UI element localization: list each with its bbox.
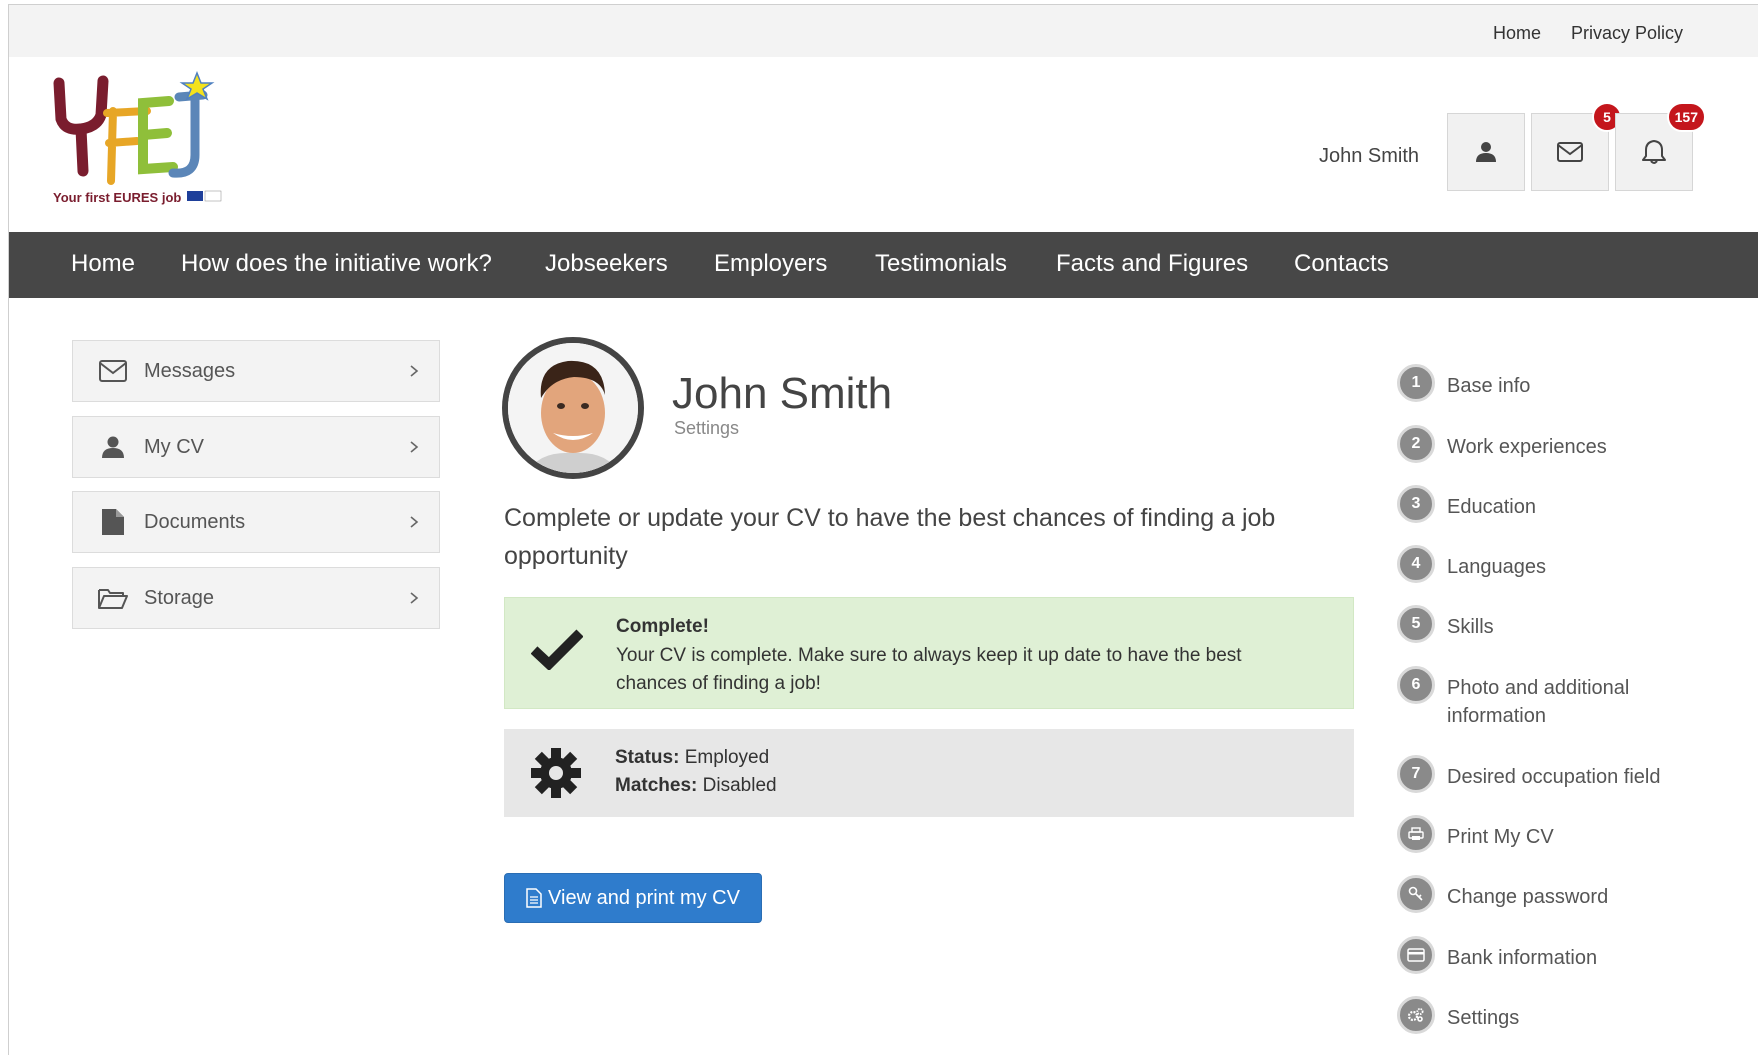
site-logo[interactable]: Your first EURES job (51, 70, 231, 211)
matches-value: Disabled (702, 775, 777, 796)
user-icon (1476, 142, 1496, 162)
step-label: Bank information (1447, 947, 1598, 969)
nav-contacts[interactable]: Contacts (1294, 250, 1389, 278)
step-label: Settings (1447, 1007, 1520, 1029)
view-print-cv-button[interactable]: View and print my CV (504, 873, 762, 923)
top-link-home[interactable]: Home (1493, 23, 1541, 44)
sidebar-item-label: Storage (144, 586, 215, 609)
header-user-name[interactable]: John Smith (1319, 145, 1419, 168)
envelope-icon (1557, 142, 1583, 162)
logo-tagline: Your first EURES job (53, 190, 182, 205)
step-label: Education (1447, 496, 1536, 518)
messages-button[interactable]: 5 (1531, 102, 1622, 191)
nav-testimonials[interactable]: Testimonials (875, 250, 1007, 278)
document-icon (98, 508, 128, 536)
step-number: 3 (1397, 485, 1435, 523)
folder-icon (98, 587, 128, 609)
profile-photo (508, 343, 638, 473)
step-print-my-cv[interactable]: Print My CV (1397, 815, 1687, 853)
bell-icon (1642, 140, 1666, 164)
step-number: 4 (1397, 545, 1435, 583)
document-icon (526, 888, 542, 908)
step-number: 2 (1397, 425, 1435, 463)
step-number: 1 (1397, 364, 1435, 402)
top-link-privacy-policy[interactable]: Privacy Policy (1571, 23, 1683, 44)
nav-jobseekers[interactable]: Jobseekers (545, 250, 668, 278)
alert-text: Your CV is complete. Make sure to always… (616, 645, 1242, 694)
step-label: Change password (1447, 886, 1609, 908)
status-value: Employed (684, 747, 770, 768)
step-photo-additional-info[interactable]: 6 Photo and additional information (1397, 666, 1687, 730)
step-label: Photo and additional information (1447, 677, 1630, 727)
step-change-password[interactable]: Change password (1397, 875, 1687, 913)
step-label: Base info (1447, 375, 1531, 397)
sidebar-item-messages[interactable]: Messages (72, 340, 440, 402)
step-label: Desired occupation field (1447, 766, 1661, 788)
status-panel: Status: Employed Matches: Disabled (504, 729, 1354, 817)
sidebar-item-documents[interactable]: Documents (72, 491, 440, 553)
avatar[interactable] (502, 337, 644, 479)
chevron-right-icon (410, 441, 419, 453)
checkmark-icon (531, 629, 583, 670)
step-number: 5 (1397, 605, 1435, 643)
step-bank-information[interactable]: Bank information (1397, 936, 1687, 974)
main-navigation: Home How does the initiative work? Jobse… (9, 232, 1758, 298)
printer-icon (1397, 815, 1435, 853)
step-label: Print My CV (1447, 826, 1554, 848)
top-utility-bar: Home Privacy Policy (9, 5, 1758, 57)
sidebar-item-my-cv[interactable]: My CV (72, 416, 440, 478)
step-desired-occupation-field[interactable]: 7 Desired occupation field (1397, 755, 1687, 793)
matches-row: Matches: Disabled (615, 775, 777, 797)
step-label: Skills (1447, 616, 1494, 638)
chevron-right-icon (410, 592, 419, 604)
gear-icon (531, 748, 581, 798)
cv-intro-text: Complete or update your CV to have the b… (504, 504, 1276, 570)
envelope-icon (98, 360, 128, 382)
gears-icon (1397, 996, 1435, 1034)
step-skills[interactable]: 5 Skills (1397, 605, 1687, 643)
profile-subtitle: Settings (674, 418, 740, 438)
nav-home[interactable]: Home (71, 250, 135, 278)
nav-facts-and-figures[interactable]: Facts and Figures (1056, 250, 1248, 278)
key-icon (1397, 875, 1435, 913)
step-settings[interactable]: Settings (1397, 996, 1687, 1034)
status-label: Status: (615, 747, 680, 768)
nav-how-it-works[interactable]: How does the initiative work? (181, 250, 492, 278)
step-base-info[interactable]: 1 Base info (1397, 364, 1687, 402)
step-education[interactable]: 3 Education (1397, 485, 1687, 523)
step-work-experiences[interactable]: 2 Work experiences (1397, 425, 1687, 463)
alert-title: Complete! (616, 616, 709, 637)
chevron-right-icon (410, 516, 419, 528)
step-languages[interactable]: 4 Languages (1397, 545, 1687, 583)
step-label: Work experiences (1447, 436, 1607, 458)
sidebar-item-label: Messages (144, 359, 236, 382)
notifications-button[interactable]: 157 (1615, 102, 1706, 191)
profile-name: John Smith (672, 369, 893, 418)
profile-button[interactable] (1447, 113, 1525, 191)
nav-employers[interactable]: Employers (714, 250, 827, 278)
notifications-count-badge: 157 (1666, 102, 1706, 132)
step-number: 6 (1397, 666, 1435, 704)
sidebar-item-label: Documents (144, 510, 246, 533)
sidebar-item-storage[interactable]: Storage (72, 567, 440, 629)
chevron-right-icon (410, 365, 419, 377)
user-icon (98, 435, 128, 459)
step-number: 7 (1397, 755, 1435, 793)
view-print-cv-label: View and print my CV (548, 886, 740, 909)
step-label: Languages (1447, 556, 1546, 578)
sidebar-item-label: My CV (144, 435, 204, 458)
page-frame: Home Privacy Policy Your first EURES job… (8, 4, 1758, 1055)
status-row: Status: Employed (615, 747, 769, 769)
card-icon (1397, 936, 1435, 974)
matches-label: Matches: (615, 775, 698, 796)
cv-complete-alert: Complete! Your CV is complete. Make sure… (504, 597, 1354, 709)
